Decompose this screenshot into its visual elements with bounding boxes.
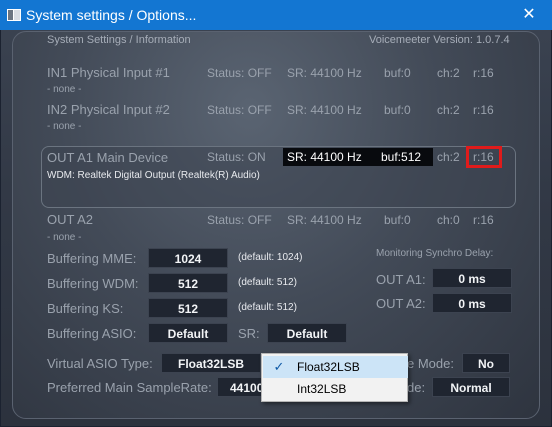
close-button[interactable]: ✕ xyxy=(506,0,552,30)
out-a1-sr: SR: 44100 Hz xyxy=(287,150,362,164)
monitoring-a1-value[interactable]: 0 ms xyxy=(432,268,512,288)
out-a2-device: - none - xyxy=(47,232,82,243)
out-a2-r: r:16 xyxy=(473,213,494,227)
mode1-label: e Mode: xyxy=(407,356,454,371)
menu-item-float32lsb[interactable]: ✓ Float32LSB xyxy=(263,356,408,378)
in2-name: IN2 Physical Input #2 xyxy=(47,102,170,117)
menu-item-int32lsb[interactable]: Int32LSB xyxy=(263,378,408,400)
out-a2-ch: ch:0 xyxy=(437,213,460,227)
out-a2-sr: SR: 44100 Hz xyxy=(287,213,362,227)
monitoring-a2-label: OUT A2: xyxy=(376,296,426,311)
buffering-mme-default: (default: 1024) xyxy=(238,252,303,263)
out-a1-format-field: SR: 44100 Hz buf:512 xyxy=(283,148,433,166)
samplerate-label: Preferred Main SampleRate: xyxy=(47,380,212,395)
app-icon xyxy=(7,9,21,21)
mode1-value[interactable]: No xyxy=(462,353,510,373)
virtual-asio-dropdown[interactable]: Float32LSB xyxy=(161,353,261,373)
buffering-wdm-value[interactable]: 512 xyxy=(148,273,228,293)
buffering-wdm-label: Buffering WDM: xyxy=(47,276,139,291)
in1-name: IN1 Physical Input #1 xyxy=(47,65,170,80)
out-a2-name: OUT A2 xyxy=(47,212,94,227)
out-a1-device: WDM: Realtek Digital Output (Realtek(R) … xyxy=(47,170,260,181)
in2-sr: SR: 44100 Hz xyxy=(287,103,362,117)
in1-sr: SR: 44100 Hz xyxy=(287,66,362,80)
menu-item-label: Int32LSB xyxy=(297,382,347,396)
in1-status: Status: OFF xyxy=(207,66,272,80)
out-a1-status: Status: ON xyxy=(207,150,266,164)
in2-r: r:16 xyxy=(473,103,494,117)
panel-title: System Settings / Information xyxy=(47,34,191,46)
buffering-asio-value[interactable]: Default xyxy=(148,323,228,343)
in1-ch: ch:2 xyxy=(437,66,460,80)
in1-buf: buf:0 xyxy=(384,66,411,80)
window-title: System settings / Options... xyxy=(26,7,197,23)
menu-item-label: Float32LSB xyxy=(297,360,360,374)
out-a2-buf: buf:0 xyxy=(384,213,411,227)
mode2-value[interactable]: Normal xyxy=(432,377,510,397)
in2-buf: buf:0 xyxy=(384,103,411,117)
version-label: Voicemeeter Version: 1.0.7.4 xyxy=(369,34,510,46)
in2-ch: ch:2 xyxy=(437,103,460,117)
buffering-ks-value[interactable]: 512 xyxy=(148,298,228,318)
out-a1-ch: ch:2 xyxy=(437,150,460,164)
buffering-wdm-default: (default: 512) xyxy=(238,277,297,288)
buffering-ks-default: (default: 512) xyxy=(238,302,297,313)
in1-r: r:16 xyxy=(473,66,494,80)
out-a1-r: r:16 xyxy=(473,150,494,164)
buffering-ks-label: Buffering KS: xyxy=(47,301,124,316)
out-a1-buf: buf:512 xyxy=(381,150,422,164)
asio-sr-label: SR: xyxy=(238,326,260,341)
title-bar: System settings / Options... ✕ xyxy=(0,0,552,30)
mode2-label: de: xyxy=(407,380,426,395)
monitoring-a2-value[interactable]: 0 ms xyxy=(432,293,512,313)
buffering-asio-label: Buffering ASIO: xyxy=(47,326,137,341)
out-a2-status: Status: OFF xyxy=(207,213,272,227)
buffering-mme-value[interactable]: 1024 xyxy=(148,248,228,268)
monitoring-title: Monitoring Synchro Delay: xyxy=(376,248,494,259)
virtual-asio-label: Virtual ASIO Type: xyxy=(47,356,153,371)
monitoring-a1-label: OUT A1: xyxy=(376,272,426,287)
close-icon: ✕ xyxy=(522,6,536,23)
in2-status: Status: OFF xyxy=(207,103,272,117)
in2-device: - none - xyxy=(47,121,82,132)
asio-type-menu: ✓ Float32LSB Int32LSB xyxy=(261,353,408,402)
buffering-mme-label: Buffering MME: xyxy=(47,251,137,266)
in1-device: - none - xyxy=(47,84,82,95)
out-a1-name: OUT A1 Main Device xyxy=(47,150,169,165)
checkmark-icon: ✓ xyxy=(273,359,285,374)
asio-sr-value[interactable]: Default xyxy=(267,323,347,343)
